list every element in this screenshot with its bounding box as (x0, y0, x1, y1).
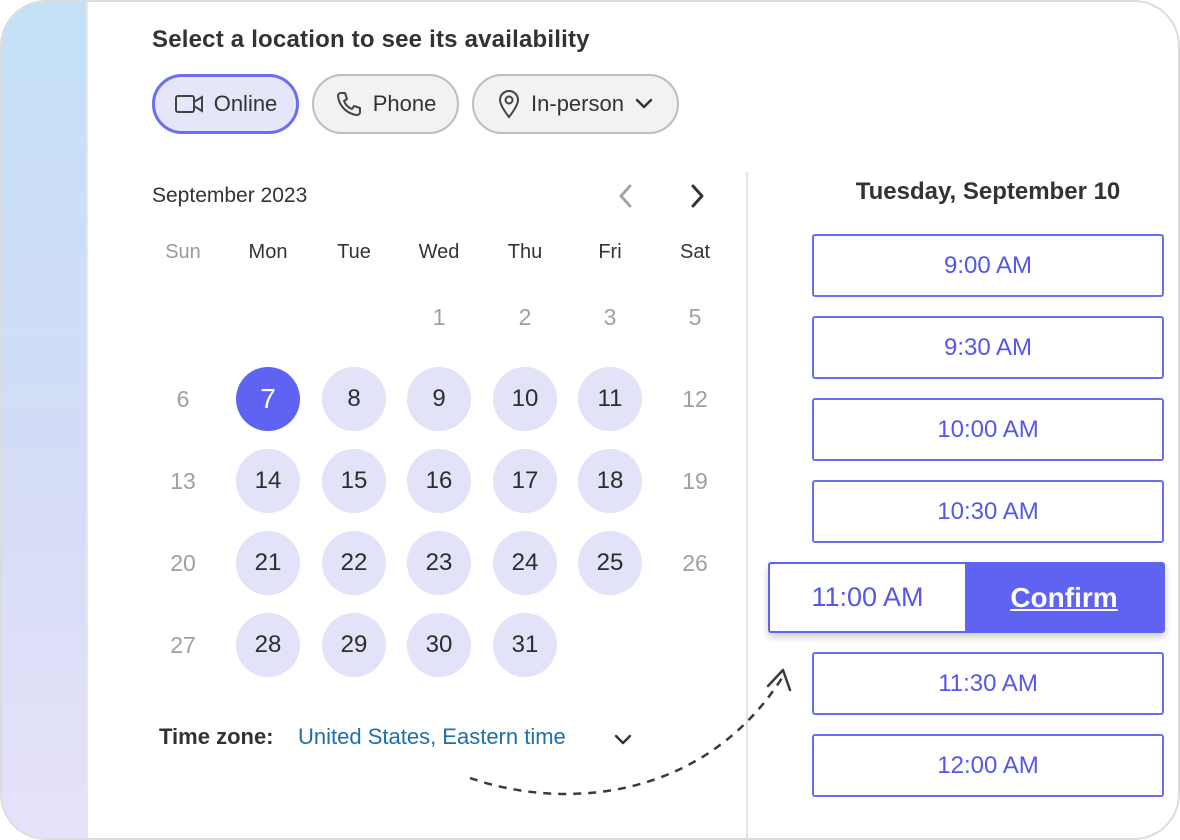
calendar-day-unavailable: 12 (682, 385, 708, 412)
calendar-day-unavailable: 6 (176, 385, 190, 412)
weekday-header: Wed (418, 241, 460, 263)
next-month-button[interactable] (682, 180, 712, 212)
time-slot-button[interactable]: 9:00 AM (812, 234, 1164, 297)
calendar-day-unavailable: 20 (170, 549, 196, 576)
weekday-header: Sun (165, 241, 201, 263)
selected-time-label[interactable]: 11:00 AM (770, 564, 965, 631)
calendar-day-available[interactable]: 29 (322, 613, 386, 677)
time-slot-button[interactable]: 12:00 AM (812, 734, 1164, 797)
calendar-day-available[interactable]: 18 (578, 449, 642, 513)
calendar-day-unavailable: 1 (432, 303, 446, 330)
time-slot-button[interactable]: 9:30 AM (812, 316, 1164, 379)
calendar-day-available[interactable]: 10 (493, 367, 557, 431)
location-in-person-dropdown[interactable]: In-person (472, 74, 679, 134)
weekday-header: Tue (337, 241, 371, 263)
calendar-day-available[interactable]: 9 (407, 367, 471, 431)
selected-date-title: Tuesday, September 10 (855, 178, 1121, 205)
calendar-day-unavailable: 27 (170, 631, 196, 658)
calendar-day-available[interactable]: 16 (407, 449, 471, 513)
timezone-select[interactable]: United States, Eastern time (298, 724, 566, 750)
time-slot-button[interactable]: 10:00 AM (812, 398, 1164, 461)
calendar-month-title: September 2023 (152, 184, 308, 207)
weekday-header: Mon (248, 241, 288, 263)
calendar-day-available[interactable]: 17 (493, 449, 557, 513)
calendar-day-unavailable: 26 (682, 549, 708, 576)
calendar-day-unavailable: 19 (682, 467, 708, 494)
calendar-day-available[interactable]: 23 (407, 531, 471, 595)
calendar-day-available[interactable]: 22 (322, 531, 386, 595)
booking-panel: Select a location to see its availabilit… (0, 0, 1180, 840)
calendar-day-available[interactable]: 24 (493, 531, 557, 595)
location-in-person-label: In-person (531, 91, 624, 116)
location-phone-label: Phone (372, 91, 437, 116)
chevron-left-icon (619, 184, 632, 208)
timezone-label: Time zone: (159, 724, 274, 749)
side-gradient-strip (2, 2, 88, 838)
calendar-day-available[interactable]: 31 (493, 613, 557, 677)
chevron-down-icon (634, 97, 654, 111)
weekday-header: Thu (507, 241, 543, 263)
location-online-label: Online (213, 91, 278, 116)
calendar-day-unavailable: 13 (170, 467, 196, 494)
calendar-day-unavailable: 5 (688, 303, 702, 330)
calendar-day-selected[interactable]: 7 (236, 367, 300, 431)
confirm-button[interactable]: Confirm (965, 564, 1163, 631)
calendar-day-unavailable: 3 (603, 303, 617, 330)
selected-time-slot: 11:00 AM Confirm (768, 562, 1165, 633)
calendar-day-available[interactable]: 8 (322, 367, 386, 431)
weekday-header: Fri (598, 241, 622, 263)
page-heading: Select a location to see its availabilit… (152, 26, 590, 53)
phone-icon (335, 90, 363, 118)
location-online-button[interactable]: Online (152, 74, 299, 134)
time-slot-button[interactable]: 11:30 AM (812, 652, 1164, 715)
calendar-day-available[interactable]: 30 (407, 613, 471, 677)
calendar-day-available[interactable]: 14 (236, 449, 300, 513)
chevron-right-icon (691, 184, 704, 208)
map-pin-icon (497, 89, 521, 119)
weekday-header: Sat (679, 241, 711, 263)
panel-divider (746, 172, 748, 838)
calendar-day-available[interactable]: 11 (578, 367, 642, 431)
location-phone-button[interactable]: Phone (312, 74, 459, 134)
calendar-day-available[interactable]: 21 (236, 531, 300, 595)
calendar-day-available[interactable]: 28 (236, 613, 300, 677)
calendar-day-available[interactable]: 25 (578, 531, 642, 595)
video-camera-icon (174, 92, 204, 116)
calendar-day-available[interactable]: 15 (322, 449, 386, 513)
chevron-down-icon[interactable] (613, 732, 633, 748)
previous-month-button[interactable] (611, 180, 641, 212)
time-slot-button[interactable]: 10:30 AM (812, 480, 1164, 543)
calendar-day-unavailable: 2 (518, 303, 532, 330)
